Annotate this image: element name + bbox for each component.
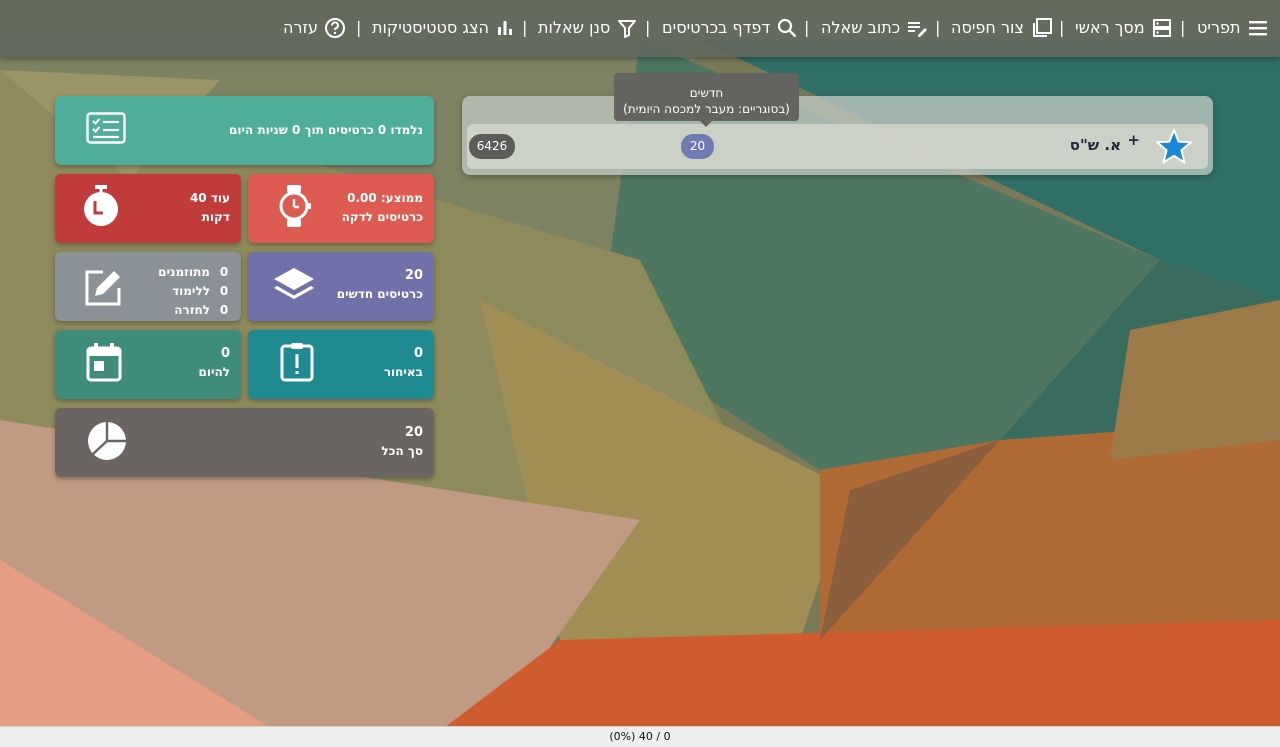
- learn-label: ללימוד: [172, 284, 210, 298]
- deck-row[interactable]: 6426 20 א. ש"ס +: [467, 124, 1208, 169]
- toolbar-separator: |: [804, 18, 810, 37]
- search-icon: [776, 17, 798, 39]
- statistics-button[interactable]: הצג סטטיסטיקות: [372, 14, 515, 42]
- today-value: 0: [220, 346, 230, 361]
- total-cards-badge[interactable]: 6426: [469, 134, 515, 159]
- tooltip-title: חדשים: [689, 86, 724, 100]
- filter-questions-label: סנן שאלות: [538, 18, 611, 37]
- cram-deck-button[interactable]: צור חפיסה: [951, 14, 1054, 42]
- new-cards-value: 20: [404, 268, 423, 283]
- copy-icon: [1030, 16, 1054, 40]
- learned-today-text: נלמדו 0 כרטיסים תוך 0 שניות היום: [229, 123, 423, 137]
- main-screen-icon: [1151, 17, 1173, 39]
- toolbar-separator: |: [645, 18, 651, 37]
- hamburger-icon: [1247, 17, 1269, 39]
- deck-list-panel: 6426 20 א. ש"ס +: [462, 96, 1213, 175]
- overdue-value: 0: [413, 346, 423, 361]
- overdue-card: 0 באיחור: [248, 330, 434, 399]
- help-label: עזרה: [283, 18, 319, 37]
- time-remaining-card: עוד 40 דקות: [55, 174, 241, 243]
- total-cards-card: 20 סך הכל: [55, 408, 434, 477]
- learn-value: 0: [219, 284, 229, 298]
- average-label: כרטיסים לדקה: [341, 210, 423, 224]
- alert-clipboard-icon: [280, 342, 314, 385]
- write-question-button[interactable]: כתוב שאלה: [821, 14, 928, 42]
- toolbar-separator: |: [356, 18, 362, 37]
- due-today-card: 0 להיום: [55, 330, 241, 399]
- tooltip-arrow: [700, 121, 712, 127]
- remaining-label: דקות: [201, 210, 230, 224]
- average-speed-card: ממוצע: 0.00 כרטיסים לדקה: [248, 174, 434, 243]
- cram-deck-label: צור חפיסה: [951, 18, 1024, 37]
- write-question-label: כתוב שאלה: [821, 18, 901, 37]
- browse-label: דפדף בכרטיסים: [662, 18, 771, 37]
- toolbar-separator: |: [1180, 18, 1186, 37]
- edit-list-icon: [906, 17, 928, 39]
- toolbar-separator: |: [935, 18, 941, 37]
- review-label: לחזרה: [174, 303, 210, 317]
- watch-icon: [276, 184, 312, 231]
- today-label: להיום: [198, 365, 230, 379]
- edit-icon: [83, 268, 123, 311]
- layers-icon: [272, 266, 316, 307]
- suspended-value: 0: [219, 265, 229, 279]
- help-button[interactable]: עזרה: [283, 14, 346, 42]
- main-screen-label: מסך ראשי: [1075, 18, 1145, 37]
- suspended-label: מתוזמנים: [158, 265, 210, 279]
- bar-chart-icon: [495, 18, 515, 38]
- filter-icon: [616, 17, 638, 39]
- browse-button[interactable]: דפדף בכרטיסים: [662, 14, 798, 42]
- help-icon: [324, 17, 346, 39]
- total-value: 20: [404, 425, 423, 440]
- new-cards-card: 20 כרטיסים חדשים: [248, 252, 434, 321]
- status-bar: (0%) 40 / 0: [0, 726, 1280, 747]
- new-cards-badge[interactable]: 20: [681, 134, 714, 159]
- tooltip-subtitle: (בסוגריים: מעבר למכסה היומית): [623, 102, 790, 116]
- progress-text: (0%) 40 / 0: [609, 730, 671, 743]
- scheduled-cards-card: 0 מתוזמנים 0 ללימוד 0 לחזרה: [55, 252, 241, 321]
- total-label: סך הכל: [381, 444, 423, 458]
- new-cards-label: כרטיסים חדשים: [336, 287, 423, 301]
- remaining-value: עוד 40: [189, 191, 230, 205]
- menu-button[interactable]: תפריט: [1197, 14, 1269, 42]
- toolbar-separator: |: [1059, 18, 1065, 37]
- average-value: ממוצע: 0.00: [347, 191, 423, 205]
- pie-chart-icon: [86, 420, 128, 465]
- toolbar-separator: |: [522, 18, 528, 37]
- new-cards-tooltip: חדשים (בסוגריים: מעבר למכסה היומית): [614, 73, 799, 127]
- stopwatch-icon: [83, 184, 119, 231]
- top-toolbar: תפריט | מסך ראשי | צור חפיסה | כתוב שאלה…: [0, 0, 1280, 57]
- calendar-icon: [86, 342, 122, 385]
- filter-questions-button[interactable]: סנן שאלות: [538, 14, 638, 42]
- star-icon[interactable]: [1154, 127, 1194, 171]
- review-value: 0: [219, 303, 229, 317]
- checklist-icon: [86, 112, 126, 147]
- menu-label: תפריט: [1197, 18, 1241, 37]
- statistics-label: הצג סטטיסטיקות: [372, 18, 489, 37]
- learned-today-card: נלמדו 0 כרטיסים תוך 0 שניות היום: [55, 96, 434, 165]
- expand-deck-button[interactable]: +: [1127, 131, 1140, 149]
- overdue-label: באיחור: [383, 365, 423, 379]
- main-screen-button[interactable]: מסך ראשי: [1075, 14, 1173, 42]
- deck-name[interactable]: א. ש"ס: [1070, 136, 1121, 154]
